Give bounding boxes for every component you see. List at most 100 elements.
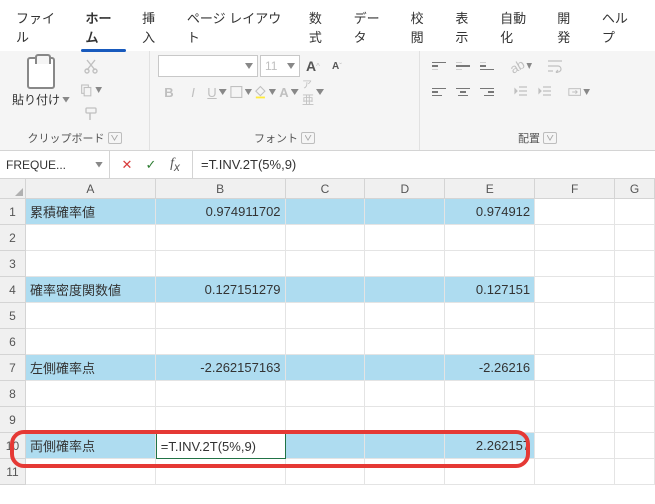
cell-G7[interactable]: [615, 355, 655, 381]
cell-D2[interactable]: [365, 225, 445, 251]
select-all-corner[interactable]: [0, 179, 26, 199]
cell-A8[interactable]: [26, 381, 156, 407]
cell-F8[interactable]: [535, 381, 615, 407]
underline-button[interactable]: U: [206, 81, 228, 103]
wrap-text-button[interactable]: [544, 55, 566, 77]
fx-button[interactable]: fx: [164, 154, 186, 176]
col-header-A[interactable]: A: [26, 179, 156, 199]
cell-D10[interactable]: [365, 433, 445, 459]
cell-C5[interactable]: [286, 303, 366, 329]
tab-page-layout[interactable]: ページ レイアウト: [177, 4, 299, 50]
cell-C6[interactable]: [286, 329, 366, 355]
tab-automate[interactable]: 自動化: [490, 4, 547, 50]
cell-F3[interactable]: [535, 251, 615, 277]
cell-F6[interactable]: [535, 329, 615, 355]
col-header-D[interactable]: D: [365, 179, 445, 199]
cell-D5[interactable]: [365, 303, 445, 329]
cell-G1[interactable]: [615, 199, 655, 225]
row-header[interactable]: 11: [0, 459, 26, 485]
cell-C3[interactable]: [286, 251, 366, 277]
cell-C8[interactable]: [286, 381, 366, 407]
col-header-G[interactable]: G: [615, 179, 655, 199]
cell-A6[interactable]: [26, 329, 156, 355]
tab-review[interactable]: 校閲: [401, 4, 446, 50]
tab-help[interactable]: ヘルプ: [592, 4, 649, 50]
cell-F2[interactable]: [535, 225, 615, 251]
cell-E3[interactable]: [445, 251, 535, 277]
align-middle-button[interactable]: [452, 55, 474, 77]
cell-B5[interactable]: [156, 303, 286, 329]
tab-home[interactable]: ホーム: [75, 4, 132, 50]
cell-B9[interactable]: [156, 407, 286, 433]
cell-F1[interactable]: [535, 199, 615, 225]
row-header[interactable]: 8: [0, 381, 26, 407]
cell-C7[interactable]: [286, 355, 366, 381]
cell-A7[interactable]: 左側確率点: [26, 355, 156, 381]
cell-E9[interactable]: [445, 407, 535, 433]
align-top-button[interactable]: [428, 55, 450, 77]
cell-A1[interactable]: 累積確率値: [26, 199, 156, 225]
cell-D11[interactable]: [365, 459, 445, 485]
cell-A9[interactable]: [26, 407, 156, 433]
cell-C4[interactable]: [286, 277, 366, 303]
cell-B6[interactable]: [156, 329, 286, 355]
row-header[interactable]: 3: [0, 251, 26, 277]
col-header-F[interactable]: F: [535, 179, 615, 199]
cell-F4[interactable]: [535, 277, 615, 303]
font-color-button[interactable]: A: [278, 81, 300, 103]
cell-G2[interactable]: [615, 225, 655, 251]
tab-developer[interactable]: 開発: [547, 4, 592, 50]
row-header[interactable]: 4: [0, 277, 26, 303]
orientation-button[interactable]: ab: [510, 55, 532, 77]
dialog-launcher-icon[interactable]: [108, 132, 122, 144]
row-header[interactable]: 1: [0, 199, 26, 225]
cell-E5[interactable]: [445, 303, 535, 329]
cell-D9[interactable]: [365, 407, 445, 433]
cell-G3[interactable]: [615, 251, 655, 277]
tab-data[interactable]: データ: [344, 4, 401, 50]
cell-F9[interactable]: [535, 407, 615, 433]
tab-formulas[interactable]: 数式: [299, 4, 344, 50]
cut-button[interactable]: [80, 55, 102, 77]
cell-F11[interactable]: [535, 459, 615, 485]
align-bottom-button[interactable]: [476, 55, 498, 77]
cancel-formula-button[interactable]: ✕: [116, 154, 138, 176]
cell-G5[interactable]: [615, 303, 655, 329]
cell-A2[interactable]: [26, 225, 156, 251]
cell-A4[interactable]: 確率密度関数値: [26, 277, 156, 303]
cell-G8[interactable]: [615, 381, 655, 407]
cell-B2[interactable]: [156, 225, 286, 251]
increase-indent-button[interactable]: [534, 81, 556, 103]
font-size-select[interactable]: 11: [260, 55, 300, 77]
align-center-button[interactable]: [452, 81, 474, 103]
cell-E10[interactable]: 2.262157: [445, 433, 535, 459]
decrease-indent-button[interactable]: [510, 81, 532, 103]
col-header-E[interactable]: E: [445, 179, 535, 199]
cell-B4[interactable]: 0.127151279: [156, 277, 286, 303]
dialog-launcher-icon[interactable]: [301, 132, 315, 144]
merge-button[interactable]: [568, 81, 590, 103]
cell-E11[interactable]: [445, 459, 535, 485]
cell-E4[interactable]: 0.127151: [445, 277, 535, 303]
cell-E8[interactable]: [445, 381, 535, 407]
cell-D8[interactable]: [365, 381, 445, 407]
name-box[interactable]: FREQUE...: [0, 151, 110, 178]
row-header[interactable]: 5: [0, 303, 26, 329]
cell-C1[interactable]: [286, 199, 366, 225]
align-right-button[interactable]: [476, 81, 498, 103]
cell-C9[interactable]: [286, 407, 366, 433]
row-header[interactable]: 9: [0, 407, 26, 433]
cell-E1[interactable]: 0.974912: [445, 199, 535, 225]
copy-button[interactable]: [80, 79, 102, 101]
tab-file[interactable]: ファイル: [6, 4, 75, 50]
cell-A11[interactable]: [26, 459, 156, 485]
paste-button[interactable]: 貼り付け: [8, 55, 74, 110]
cell-D1[interactable]: [365, 199, 445, 225]
tab-view[interactable]: 表示: [445, 4, 490, 50]
cell-B1[interactable]: 0.974911702: [156, 199, 286, 225]
enter-formula-button[interactable]: ✓: [140, 154, 162, 176]
dialog-launcher-icon[interactable]: [543, 132, 557, 144]
font-family-select[interactable]: [158, 55, 258, 77]
cell-F5[interactable]: [535, 303, 615, 329]
italic-button[interactable]: I: [182, 81, 204, 103]
